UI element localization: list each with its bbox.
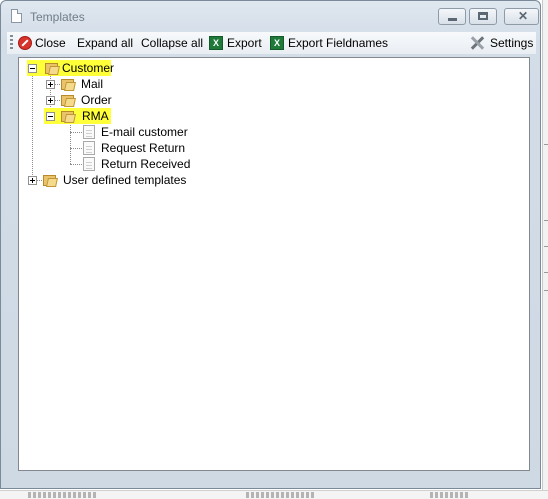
folder-icon [42,173,58,187]
export-label: Export [227,36,262,50]
tree-node-label: Customer [62,61,115,75]
background-divider [544,220,548,221]
tree-node-customer[interactable]: Customer [27,60,115,76]
template-document-icon [83,157,95,171]
tree-connector [70,132,82,134]
background-divider [544,246,548,247]
settings-button[interactable]: Settings [469,34,533,52]
close-label: Close [35,36,66,50]
export-fieldnames-label: Export Fieldnames [288,36,389,50]
document-icon [11,9,22,23]
maximize-icon [478,12,488,20]
collapse-all-label: Collapse all [141,36,204,50]
excel-icon: X [270,36,284,50]
background-divider [544,272,548,273]
tree-node-label: E-mail customer [101,125,188,139]
tree-node-label: Request Return [101,141,186,155]
collapse-toggle-icon[interactable] [46,112,55,121]
close-icon: ✕ [518,9,529,23]
background-window-edge [542,0,548,498]
tree-node-mail[interactable]: Mail [45,76,105,92]
collapse-toggle-icon[interactable] [28,64,37,73]
settings-label: Settings [490,36,534,50]
title-bar[interactable]: Templates ✕ [1,1,540,31]
tree-node-rma[interactable]: RMA [44,108,111,124]
window-title: Templates [30,10,85,24]
template-document-icon [83,141,95,155]
export-button[interactable]: X Export [209,34,262,52]
expand-toggle-icon[interactable] [28,176,37,185]
expand-toggle-icon[interactable] [46,80,55,89]
tree-node-template[interactable]: E-mail customer [83,124,193,140]
tree-node-order[interactable]: Order [45,92,115,108]
templates-window: Templates ✕ Close Expand all Collapse al… [0,0,541,489]
minimize-button[interactable] [438,8,466,25]
tree-connector [32,73,34,181]
close-circle-icon [18,36,32,50]
background-text-fragment [430,492,470,498]
expand-all-label: Expand all [77,36,134,50]
folder-icon [60,77,76,91]
expand-all-button[interactable]: Expand all [77,34,133,52]
tree-connector [70,148,82,150]
folder-icon [60,93,76,107]
tree-node-user-defined[interactable]: User defined templates [27,172,187,188]
background-divider [544,290,548,291]
maximize-button[interactable] [469,8,497,25]
tree-connector [70,164,82,166]
tree-node-template[interactable]: Return Received [83,156,203,172]
tree-node-label: Order [81,93,112,107]
tree-connector [70,123,72,164]
expand-toggle-icon[interactable] [46,96,55,105]
tree-node-label: User defined templates [63,173,187,187]
export-fieldnames-button[interactable]: X Export Fieldnames [270,34,388,52]
close-window-button[interactable]: ✕ [504,8,539,25]
background-text-fragment [28,492,98,498]
toolbar-grip[interactable] [10,35,13,51]
tree-node-label: RMA [82,109,109,123]
excel-icon: X [209,36,223,50]
background-divider [544,144,548,145]
tools-icon [469,35,487,51]
collapse-all-button[interactable]: Collapse all [141,34,203,52]
close-button[interactable]: Close [18,34,66,52]
tree-node-label: Return Received [101,157,191,171]
minimize-icon [448,18,457,21]
tree-node-label: Mail [81,77,104,91]
tree-node-template[interactable]: Request Return [83,140,193,156]
templates-tree[interactable]: Customer Mail Order RMA E-mail customer [18,57,530,471]
folder-icon [44,61,60,75]
toolbar: Close Expand all Collapse all X Export X… [7,32,536,54]
background-text-fragment [246,492,316,498]
template-document-icon [83,125,95,139]
folder-icon [60,109,76,123]
